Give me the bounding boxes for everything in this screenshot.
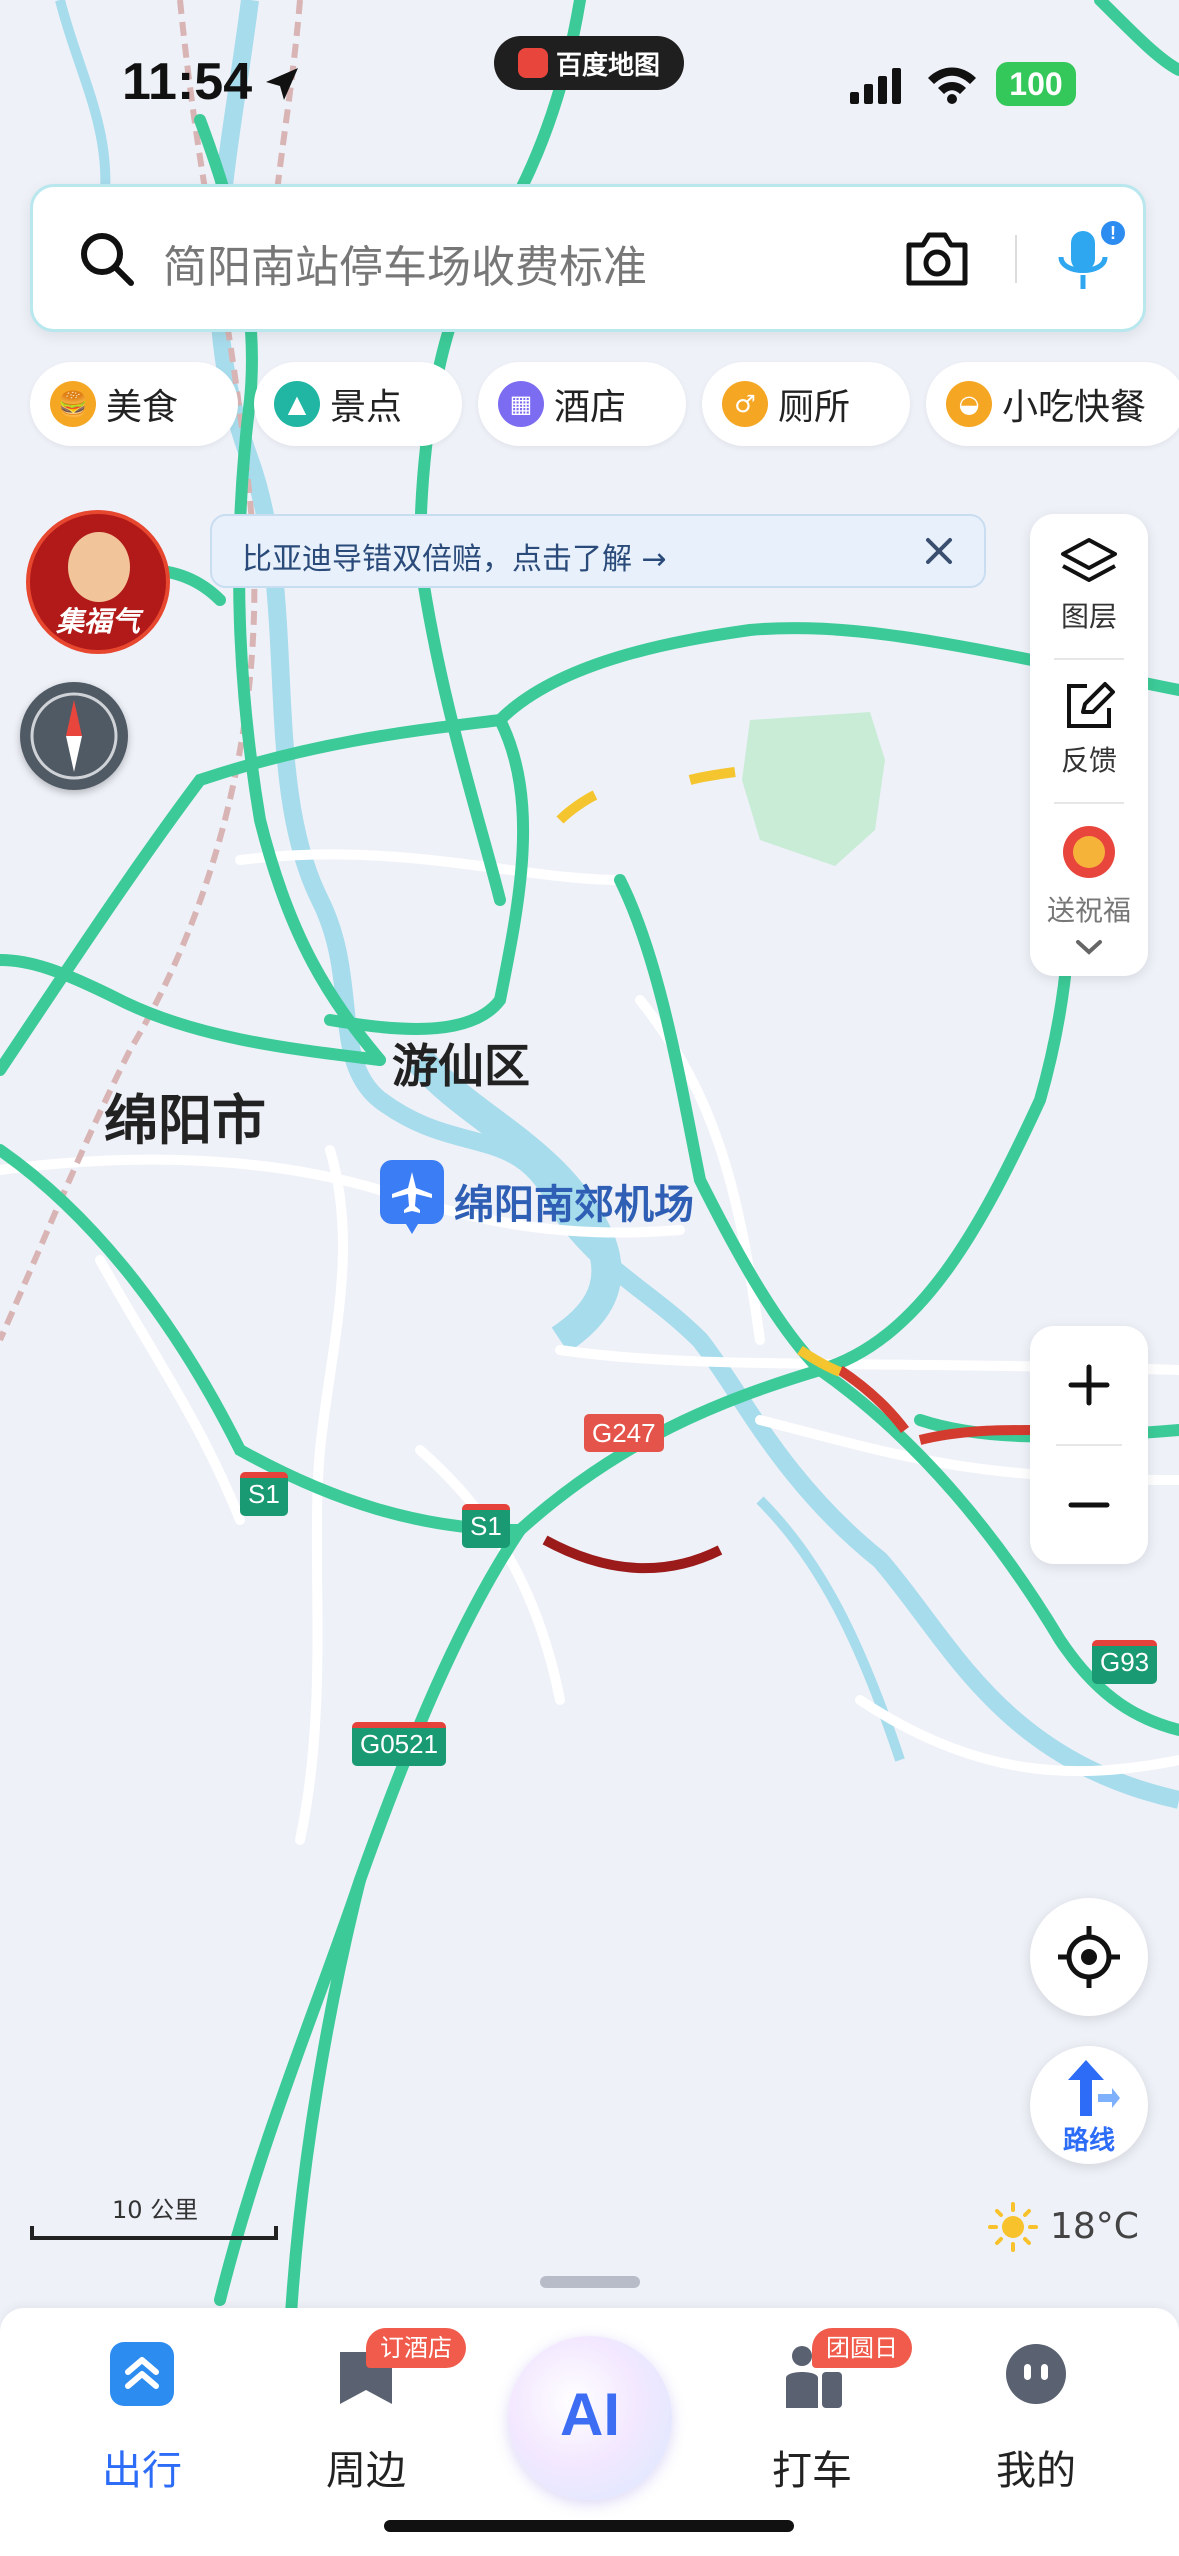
profile-icon [1006, 2344, 1066, 2404]
avatar-face [68, 532, 130, 602]
route-arrow-icon [1068, 2060, 1120, 2116]
app-indicator-pill[interactable]: 百度地图 [494, 36, 684, 90]
layers-button[interactable]: 图层 [1030, 536, 1148, 635]
status-bar: 11:54 百度地图 100 [0, 0, 1179, 170]
tab-badge: 订酒店 [366, 2328, 466, 2368]
locate-icon [1058, 1926, 1120, 1988]
baidu-map-logo-icon [517, 48, 548, 78]
chip-label: 酒店 [554, 387, 627, 428]
chip-label: 厕所 [778, 387, 851, 428]
map-label-city[interactable]: 绵阳市 [104, 1076, 266, 1155]
road-shield-s1: S1 [240, 1472, 288, 1516]
food-icon: 🍔 [50, 381, 96, 427]
chip-toilet[interactable]: ♂ 厕所 [702, 362, 910, 446]
mic-icon[interactable]: ! [1049, 217, 1129, 303]
status-time: 11:54 [122, 53, 253, 111]
tab-label: 我的 [996, 2448, 1076, 2494]
tab-badge: 团圆日 [812, 2328, 912, 2368]
chip-label: 小吃快餐 [1002, 387, 1147, 428]
blessing-button[interactable]: 送祝福 [1030, 822, 1148, 929]
zoom-divider [1056, 1444, 1122, 1446]
road-shield-g247: G247 [584, 1414, 664, 1452]
locate-button[interactable] [1030, 1898, 1148, 2016]
map-toolbar: 图层 反馈 送祝福 [1030, 514, 1148, 976]
weather-temp: 18°C [1050, 2206, 1139, 2247]
close-icon[interactable] [922, 534, 956, 568]
chip-snack[interactable]: ◒ 小吃快餐 [926, 362, 1179, 446]
feedback-icon [1067, 682, 1115, 728]
zoom-in-button[interactable] [1068, 1364, 1110, 1406]
map-label-district[interactable]: 游仙区 [392, 1030, 530, 1096]
search-bar[interactable]: 简阳南站停车场收费标准 ! [30, 184, 1146, 332]
snack-icon: ◒ [946, 381, 992, 427]
drawer-handle[interactable] [540, 2276, 640, 2288]
search-input[interactable]: 简阳南站停车场收费标准 [163, 231, 647, 295]
chip-food[interactable]: 🍔 美食 [30, 362, 238, 446]
chevron-down-icon[interactable] [1074, 938, 1104, 958]
map-label-airport[interactable]: 绵阳南郊机场 [454, 1172, 694, 1230]
road-shield-g93: G93 [1092, 1640, 1158, 1684]
search-divider [1015, 235, 1017, 283]
travel-icon [110, 2342, 174, 2406]
route-button[interactable]: 路线 [1030, 2046, 1148, 2164]
tab-nearby[interactable]: 订酒店 周边 [266, 2328, 466, 2494]
wifi-icon [928, 67, 976, 104]
location-arrow-icon [266, 68, 298, 100]
promo-avatar[interactable]: 集福气 [26, 510, 170, 654]
tab-travel[interactable]: 出行 [42, 2328, 242, 2494]
tab-label: 出行 [102, 2448, 182, 2494]
svg-text:!: ! [1110, 223, 1116, 243]
avatar-label: 集福气 [55, 605, 140, 638]
search-icon [81, 233, 134, 286]
compass-icon[interactable] [20, 682, 128, 790]
camera-icon[interactable] [903, 227, 971, 291]
home-indicator[interactable] [384, 2520, 794, 2532]
tab-taxi[interactable]: 团圆日 打车 [712, 2328, 912, 2494]
hotel-icon: ▦ [498, 381, 544, 427]
ai-label: AI [560, 2381, 620, 2448]
banner-text[interactable]: 比亚迪导错双倍赔，点击了解 → [242, 534, 667, 578]
layers-label: 图层 [1060, 600, 1117, 633]
zoom-out-button[interactable] [1068, 1484, 1110, 1526]
toilet-icon: ♂ [722, 381, 768, 427]
road-shield-s1: S1 [462, 1504, 510, 1548]
feedback-button[interactable]: 反馈 [1030, 680, 1148, 779]
weather-widget[interactable]: 18°C [988, 2202, 1158, 2254]
bottom-tab-bar: 出行 订酒店 周边 AI 团圆日 打车 我的 [0, 2308, 1179, 2556]
chip-hotel[interactable]: ▦ 酒店 [478, 362, 686, 446]
blessing-label: 送祝福 [1046, 894, 1131, 927]
toolbar-divider [1054, 658, 1124, 660]
chip-scenic[interactable]: ▲ 景点 [254, 362, 462, 446]
sun-icon [988, 2202, 1038, 2252]
chip-label: 美食 [106, 387, 179, 428]
battery-indicator: 100 [996, 62, 1076, 106]
scale-label: 10 公里 [112, 2196, 199, 2224]
route-label: 路线 [1062, 2126, 1115, 2156]
tab-label: 周边 [326, 2448, 406, 2494]
app-name: 百度地图 [555, 50, 660, 81]
zoom-control [1030, 1326, 1148, 1564]
ai-button[interactable]: AI [508, 2336, 672, 2500]
cellular-signal-icon [850, 68, 901, 104]
toolbar-divider [1054, 802, 1124, 804]
scale-bar [30, 2226, 278, 2240]
tab-label: 打车 [772, 2448, 852, 2494]
blessing-icon [1063, 826, 1115, 878]
layers-icon [1061, 538, 1117, 582]
scenic-icon: ▲ [274, 381, 320, 427]
promo-banner[interactable]: 比亚迪导错双倍赔，点击了解 → [210, 514, 986, 588]
feedback-label: 反馈 [1060, 744, 1117, 777]
tab-profile[interactable]: 我的 [936, 2328, 1136, 2494]
airport-marker [380, 1160, 444, 1234]
chip-label: 景点 [330, 387, 403, 428]
road-shield-g0521: G0521 [352, 1722, 447, 1766]
